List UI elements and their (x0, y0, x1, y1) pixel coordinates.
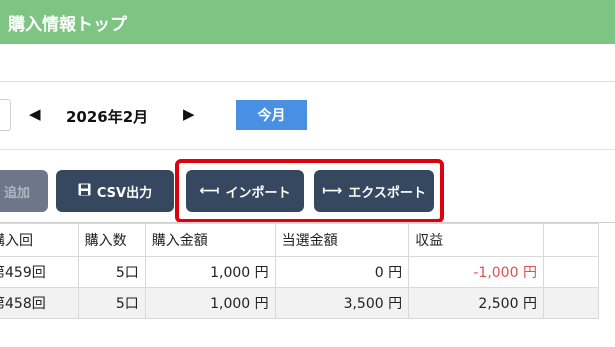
column-header: 購入回 (0, 223, 79, 257)
column-header-empty (542, 223, 600, 257)
cell-profit: -1,000 円 (408, 256, 544, 288)
cell-round: 第458回 (0, 287, 79, 319)
table-row[interactable]: 第458回 5口 1,000 円 3,500 円 2,500 円 (0, 287, 600, 319)
cell-count: 5口 (77, 287, 146, 319)
column-header: 収益 (408, 223, 544, 257)
cell-empty (542, 287, 600, 319)
csv-export-button[interactable]: CSV出力 (56, 170, 174, 212)
purchase-table: 購入回 購入数 購入金額 当選金額 収益 第459回 5口 1,000 円 0 … (0, 223, 600, 319)
csv-button-label: CSV出力 (96, 185, 153, 201)
save-icon (78, 183, 91, 200)
cell-winnings: 3,500 円 (274, 287, 410, 319)
cell-amount: 1,000 円 (144, 256, 276, 288)
highlight-box (175, 159, 444, 223)
this-month-button[interactable]: 今月 (236, 100, 307, 130)
prev-month-arrow-icon[interactable]: ◀ (29, 106, 41, 122)
date-input[interactable] (0, 99, 11, 131)
cell-count: 5口 (77, 256, 146, 288)
cell-profit: 2,500 円 (408, 287, 544, 319)
cell-winnings: 0 円 (274, 256, 410, 288)
cell-round: 第459回 (0, 256, 79, 288)
table-header-row: 購入回 購入数 購入金額 当選金額 収益 (0, 223, 600, 257)
table-row[interactable]: 第459回 5口 1,000 円 0 円 -1,000 円 (0, 256, 600, 288)
column-header: 購入金額 (144, 223, 276, 257)
next-month-arrow-icon[interactable]: ▶ (183, 106, 195, 122)
add-button[interactable]: 追加 (0, 170, 48, 212)
page-title: 購入情報トップ (8, 15, 127, 35)
current-month-label: 2026年2月 (66, 108, 149, 126)
add-button-label: 追加 (3, 185, 30, 201)
column-header: 購入数 (77, 223, 146, 257)
column-header: 当選金額 (274, 223, 410, 257)
app-header: 購入情報トップ (0, 0, 615, 44)
cell-amount: 1,000 円 (144, 287, 276, 319)
toolbar-divider (0, 149, 615, 150)
purchase-table-container: 購入回 購入数 購入金額 当選金額 収益 第459回 5口 1,000 円 0 … (0, 223, 615, 347)
cell-empty (542, 256, 600, 288)
